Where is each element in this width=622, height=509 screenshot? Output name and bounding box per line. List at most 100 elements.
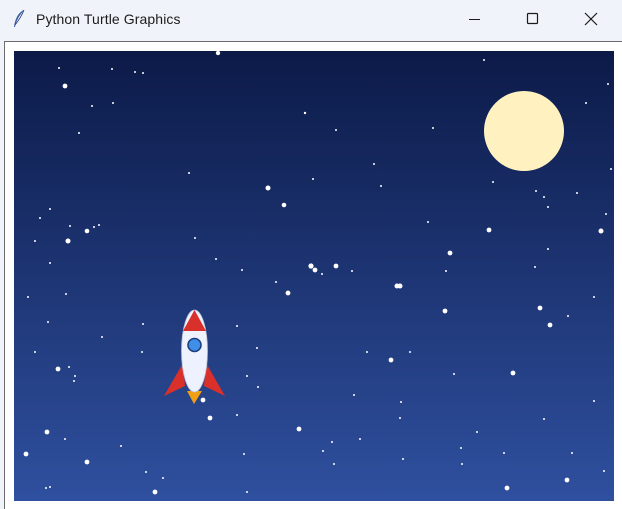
star	[598, 228, 604, 234]
star	[74, 375, 76, 377]
star	[353, 394, 355, 396]
star	[427, 221, 429, 223]
star	[585, 102, 587, 104]
star	[432, 127, 434, 129]
star	[256, 347, 258, 349]
star	[409, 351, 411, 353]
star	[605, 213, 607, 215]
star	[442, 308, 448, 314]
star	[188, 172, 190, 174]
star	[567, 315, 569, 317]
star	[335, 129, 337, 131]
star	[73, 380, 75, 382]
star	[65, 293, 67, 295]
star	[111, 68, 113, 70]
star	[55, 366, 61, 372]
star	[84, 459, 90, 465]
star	[610, 168, 612, 170]
star	[93, 226, 95, 228]
star	[152, 489, 158, 495]
star	[535, 190, 537, 192]
star	[27, 296, 29, 298]
close-button[interactable]	[561, 0, 622, 38]
star	[39, 217, 41, 219]
star	[397, 283, 403, 289]
maximize-button[interactable]	[503, 0, 561, 38]
star	[547, 206, 549, 208]
star	[78, 132, 80, 134]
star	[62, 83, 68, 89]
star	[322, 450, 324, 452]
star	[445, 270, 447, 272]
star	[510, 370, 516, 376]
turtle-canvas[interactable]	[14, 51, 614, 501]
star	[373, 163, 375, 165]
star	[492, 181, 494, 183]
star	[49, 208, 51, 210]
star	[296, 426, 302, 432]
star	[65, 238, 71, 244]
star	[162, 477, 164, 479]
star	[593, 296, 595, 298]
star	[380, 185, 382, 187]
star	[49, 262, 51, 264]
star	[257, 386, 259, 388]
star	[461, 463, 463, 465]
star	[476, 431, 478, 433]
star	[603, 470, 605, 472]
star	[246, 491, 248, 493]
star	[400, 401, 402, 403]
star	[243, 453, 245, 455]
star	[486, 227, 492, 233]
star	[49, 486, 51, 488]
star	[141, 351, 143, 353]
star	[98, 224, 100, 226]
star	[194, 237, 196, 239]
star	[112, 102, 114, 104]
star	[534, 266, 536, 268]
star	[543, 196, 545, 198]
star	[593, 400, 595, 402]
star	[547, 322, 553, 328]
star	[331, 441, 333, 443]
star	[101, 336, 103, 338]
star	[34, 351, 36, 353]
star	[142, 72, 144, 74]
maximize-icon	[526, 12, 539, 25]
star	[246, 375, 248, 377]
star	[607, 83, 609, 85]
star	[215, 258, 217, 260]
title-bar[interactable]: Python Turtle Graphics	[0, 0, 622, 38]
star	[91, 105, 93, 107]
star	[571, 452, 573, 454]
star	[543, 418, 545, 420]
star	[275, 281, 277, 283]
star	[68, 366, 70, 368]
star	[547, 248, 549, 250]
star	[460, 447, 462, 449]
star	[303, 111, 307, 115]
star	[47, 321, 49, 323]
star	[537, 305, 543, 311]
star	[64, 438, 66, 440]
star	[402, 458, 404, 460]
star	[69, 225, 71, 227]
star	[308, 263, 314, 269]
star	[366, 351, 368, 353]
star	[564, 477, 570, 483]
star	[399, 417, 401, 419]
star	[265, 185, 271, 191]
minimize-button[interactable]	[445, 0, 503, 38]
feather-icon	[14, 9, 25, 27]
star	[504, 485, 510, 491]
star	[142, 323, 144, 325]
star	[45, 487, 47, 489]
star	[388, 357, 394, 363]
star	[200, 397, 206, 403]
star	[58, 67, 60, 69]
star	[453, 373, 455, 375]
window-title: Python Turtle Graphics	[36, 11, 181, 27]
star	[34, 240, 36, 242]
star	[285, 290, 291, 296]
star	[312, 178, 314, 180]
